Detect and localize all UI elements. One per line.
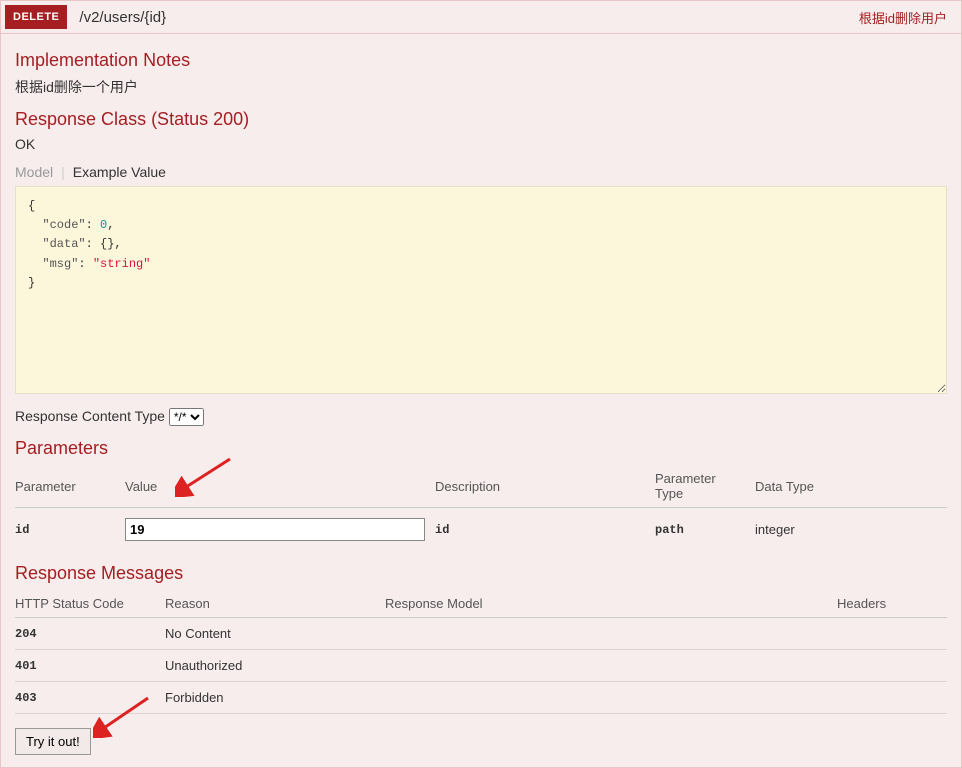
parameters-title: Parameters (15, 438, 947, 459)
status-reason: Forbidden (165, 682, 385, 714)
http-method-badge: DELETE (5, 5, 67, 29)
col-http-status: HTTP Status Code (15, 590, 165, 618)
param-data-type: integer (755, 508, 947, 552)
status-code: 204 (15, 618, 165, 650)
param-value-input[interactable] (125, 518, 425, 541)
tab-model[interactable]: Model (15, 164, 61, 180)
implementation-notes-text: 根据id删除一个用户 (15, 77, 947, 97)
response-class-status: OK (15, 136, 947, 152)
status-model (385, 650, 837, 682)
operation-content: Implementation Notes 根据id删除一个用户 Response… (1, 34, 961, 767)
col-reason: Reason (165, 590, 385, 618)
col-parameter-type: Parameter Type (655, 465, 755, 508)
response-content-type-select[interactable]: */* (169, 408, 204, 426)
response-messages-title: Response Messages (15, 563, 947, 584)
col-description: Description (435, 465, 655, 508)
endpoint-path: /v2/users/{id} (77, 9, 858, 26)
response-messages-table: HTTP Status Code Reason Response Model H… (15, 590, 947, 714)
param-type: path (655, 508, 755, 552)
operation-delete-users-id: DELETE /v2/users/{id} 根据id删除用户 Implement… (0, 0, 962, 768)
status-reason: Unauthorized (165, 650, 385, 682)
col-response-model: Response Model (385, 590, 837, 618)
try-it-out-button[interactable]: Try it out! (15, 728, 91, 755)
status-reason: No Content (165, 618, 385, 650)
tab-example-value[interactable]: Example Value (73, 164, 174, 180)
response-content-type-label: Response Content Type (15, 408, 165, 424)
operation-summary: 根据id删除用户 (859, 8, 953, 27)
status-code: 403 (15, 682, 165, 714)
response-class-title: Response Class (Status 200) (15, 109, 947, 130)
param-name: id (15, 508, 125, 552)
col-data-type: Data Type (755, 465, 947, 508)
col-headers: Headers (837, 590, 947, 618)
status-headers (837, 618, 947, 650)
tab-separator: | (61, 164, 65, 180)
col-value: Value (125, 465, 435, 508)
parameters-table: Parameter Value Description Parameter Ty… (15, 465, 947, 551)
implementation-notes-title: Implementation Notes (15, 50, 947, 71)
status-headers (837, 650, 947, 682)
status-code: 401 (15, 650, 165, 682)
status-model (385, 618, 837, 650)
table-row: id id path integer (15, 508, 947, 552)
param-value-cell (125, 508, 435, 552)
status-headers (837, 682, 947, 714)
table-row: 403 Forbidden (15, 682, 947, 714)
table-row: 204 No Content (15, 618, 947, 650)
table-row: 401 Unauthorized (15, 650, 947, 682)
response-content-type-row: Response Content Type */* (15, 408, 947, 426)
status-model (385, 682, 837, 714)
param-description: id (435, 508, 655, 552)
operation-heading[interactable]: DELETE /v2/users/{id} 根据id删除用户 (1, 1, 961, 34)
col-parameter: Parameter (15, 465, 125, 508)
example-value-code[interactable]: { "code": 0, "data": {}, "msg": "string"… (15, 186, 947, 394)
response-tabs: Model| Example Value (15, 164, 947, 180)
